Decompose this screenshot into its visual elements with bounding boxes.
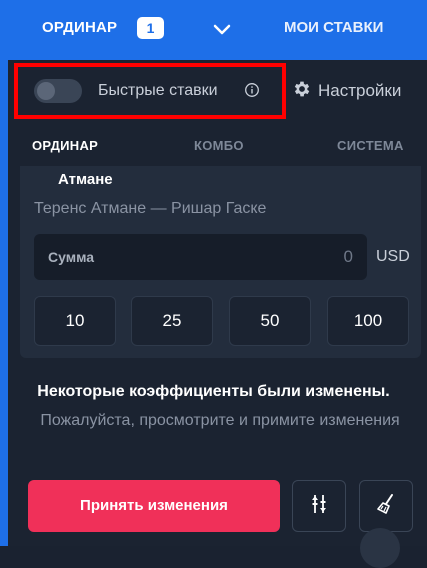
- bet-type-tabs: ОРДИНАР КОМБО СИСТЕМА: [20, 128, 427, 164]
- clear-betslip-button[interactable]: [359, 480, 413, 532]
- quick-bets-highlight: [14, 63, 286, 119]
- currency-label: USD: [376, 248, 410, 265]
- subtab-combo[interactable]: КОМБО: [194, 138, 244, 153]
- chevron-down-icon[interactable]: [210, 18, 234, 42]
- amount-placeholder: Сумма: [48, 249, 95, 265]
- top-bar: ОРДИНАР 1 МОИ СТАВКИ: [0, 0, 427, 60]
- settings-label: Настройки: [318, 81, 402, 100]
- quick-amount-button[interactable]: 25: [131, 296, 213, 346]
- subtab-system[interactable]: СИСТЕМА: [337, 138, 404, 153]
- quick-amount-button[interactable]: 50: [229, 296, 311, 346]
- quick-amount-button[interactable]: 100: [327, 296, 409, 346]
- match-name: Теренс Атмане — Ришар Гаске: [34, 200, 267, 217]
- tab-single-label: ОРДИНАР: [42, 19, 118, 36]
- amount-input[interactable]: Сумма 0: [34, 234, 367, 280]
- event-name: Атмане: [58, 171, 113, 188]
- odds-changed-subtitle: Пожалуйста, просмотрите и примите измене…: [40, 412, 400, 429]
- amount-value: 0: [343, 247, 353, 266]
- gear-icon: [292, 79, 312, 104]
- odds-settings-button[interactable]: [292, 480, 346, 532]
- scroll-indicator: [360, 528, 400, 568]
- broom-icon: [374, 492, 398, 521]
- accept-changes-button[interactable]: Принять изменения: [28, 480, 280, 532]
- sliders-icon: [307, 492, 331, 521]
- settings-button[interactable]: Настройки: [292, 80, 401, 102]
- tab-my-bets[interactable]: МОИ СТАВКИ: [284, 19, 383, 36]
- odds-changed-title: Некоторые коэффициенты были изменены.: [37, 383, 390, 400]
- bet-count-badge: 1: [137, 17, 164, 39]
- quick-amount-button[interactable]: 10: [34, 296, 116, 346]
- subtab-single[interactable]: ОРДИНАР: [32, 138, 98, 153]
- panel-edge: [0, 60, 8, 546]
